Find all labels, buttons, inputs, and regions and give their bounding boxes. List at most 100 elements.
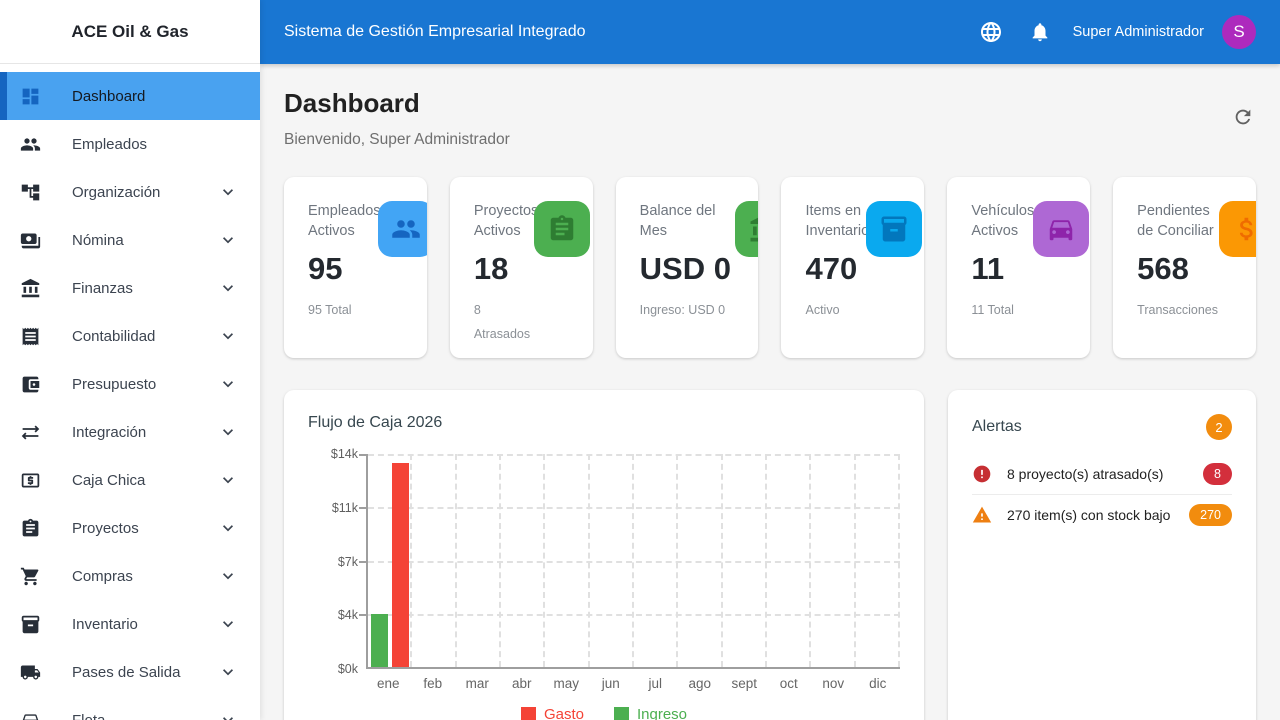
cash-box-icon	[20, 470, 41, 491]
chevron-down-icon	[218, 182, 238, 202]
legend-swatch	[521, 707, 536, 720]
legend-item-gasto[interactable]: Gasto	[521, 706, 584, 720]
dashboard-icon	[20, 86, 41, 107]
car-icon	[1046, 214, 1076, 244]
page-title: Dashboard	[284, 88, 1256, 119]
alert-text: 270 item(s) con stock bajo	[1007, 507, 1174, 523]
sidebar-item-empleados[interactable]: Empleados	[0, 120, 260, 168]
sidebar-item-pases-de-salida[interactable]: Pases de Salida	[0, 648, 260, 696]
sidebar: ACE Oil & Gas DashboardEmpleadosOrganiza…	[0, 0, 260, 720]
chevron-down-icon	[218, 278, 238, 298]
stat-value: USD 0	[640, 251, 745, 287]
y-tick-label: $0k	[338, 662, 358, 676]
y-tick-label: $14k	[331, 447, 358, 461]
stat-subtitle: 11 Total	[971, 298, 1076, 322]
stat-value: 568	[1137, 251, 1242, 287]
truck-icon	[20, 662, 41, 683]
chevron-down-icon	[218, 470, 238, 490]
x-tick-label: sept	[722, 676, 767, 691]
refresh-icon	[1232, 106, 1254, 128]
language-button[interactable]	[979, 20, 1003, 44]
payments-icon	[20, 230, 41, 251]
stat-subtitle: 8 Atrasados	[474, 298, 579, 346]
topbar-right: Super Administrador S	[979, 15, 1256, 49]
chevron-down-icon	[218, 374, 238, 394]
y-tick-mark	[359, 507, 366, 509]
sidebar-item-label: Flota	[72, 712, 218, 720]
sidebar-item-label: Compras	[72, 568, 218, 585]
sidebar-item-flota[interactable]: Flota	[0, 696, 260, 720]
sidebar-item-organizacion[interactable]: Organización	[0, 168, 260, 216]
app-title: Sistema de Gestión Empresarial Integrado	[284, 23, 585, 41]
org-tree-icon	[20, 182, 41, 203]
x-tick-label: feb	[411, 676, 456, 691]
dollar-icon	[1232, 214, 1256, 244]
stat-title: Balance del Mes	[640, 201, 730, 241]
chevron-down-icon	[218, 566, 238, 586]
chart-column-mar	[457, 454, 501, 667]
stat-card-items-en-inventario: Items en Inventario470Activo	[781, 177, 924, 358]
stat-subtitle: 95 Total	[308, 298, 413, 322]
x-tick-label: dic	[856, 676, 901, 691]
sidebar-nav: Dashboard Empleados Organización Nómina Fina…	[0, 64, 260, 720]
alert-count-badge: 8	[1203, 463, 1232, 485]
stat-card-pendientes-de-conciliar: Pendientes de Conciliar568Transacciones	[1113, 177, 1256, 358]
sidebar-item-label: Organización	[72, 184, 218, 201]
sidebar-item-inventario[interactable]: Inventario	[0, 600, 260, 648]
sidebar-item-label: Contabilidad	[72, 328, 218, 345]
notifications-button[interactable]	[1029, 21, 1051, 43]
clipboard-icon	[547, 214, 577, 244]
receipt-icon	[20, 326, 41, 347]
sidebar-item-caja-chica[interactable]: Caja Chica	[0, 456, 260, 504]
legend-swatch	[614, 707, 629, 720]
refresh-button[interactable]	[1232, 106, 1254, 128]
topbar: Sistema de Gestión Empresarial Integrado…	[260, 0, 1280, 64]
user-name: Super Administrador	[1073, 24, 1204, 40]
alert-text: 8 proyecto(s) atrasado(s)	[1007, 466, 1188, 482]
chart-column-nov	[811, 454, 855, 667]
sidebar-item-proyectos[interactable]: Proyectos	[0, 504, 260, 552]
bank-icon	[748, 214, 758, 244]
sidebar-item-contabilidad[interactable]: Contabilidad	[0, 312, 260, 360]
stat-icon-badge	[534, 201, 590, 257]
sidebar-item-label: Finanzas	[72, 280, 218, 297]
avatar[interactable]: S	[1222, 15, 1256, 49]
sidebar-item-integracion[interactable]: Integración	[0, 408, 260, 456]
error-icon	[972, 464, 992, 484]
sidebar-item-finanzas[interactable]: Finanzas	[0, 264, 260, 312]
stat-icon-badge	[378, 201, 427, 257]
panels-row: Flujo de Caja 2026 $14k$11k$7k$4k$0k ene…	[284, 390, 1256, 720]
bar-ingreso-ene	[371, 614, 388, 667]
sidebar-item-compras[interactable]: Compras	[0, 552, 260, 600]
wallet-icon	[20, 374, 41, 395]
chevron-down-icon	[218, 662, 238, 682]
chart-column-ene	[368, 454, 412, 667]
people-icon	[391, 214, 421, 244]
sidebar-item-dashboard[interactable]: Dashboard	[0, 72, 260, 120]
chart-column-feb	[412, 454, 456, 667]
stat-subtitle: Transacciones	[1137, 298, 1242, 322]
chart-column-oct	[767, 454, 811, 667]
stat-card-proyectos-activos: Proyectos Activos188 Atrasados	[450, 177, 593, 358]
sidebar-item-presupuesto[interactable]: Presupuesto	[0, 360, 260, 408]
stats-row: Empleados Activos9595 TotalProyectos Act…	[284, 177, 1256, 358]
page-header: Dashboard Bienvenido, Super Administrado…	[284, 88, 1256, 149]
chart-column-sept	[723, 454, 767, 667]
sidebar-item-label: Inventario	[72, 616, 218, 633]
stat-icon-badge	[866, 201, 922, 257]
stat-subtitle: Ingreso: USD 0	[640, 298, 745, 322]
sidebar-item-label: Pases de Salida	[72, 664, 218, 681]
stat-icon-badge	[1219, 201, 1256, 257]
bar-gasto-ene	[392, 463, 409, 667]
bell-icon	[1029, 21, 1051, 43]
chart-title: Flujo de Caja 2026	[308, 414, 900, 432]
legend-label: Gasto	[544, 706, 584, 720]
chart-column-may	[545, 454, 589, 667]
alerts-card: Alertas 2 8 proyecto(s) atrasado(s)8270 …	[948, 390, 1256, 720]
stat-card-balance-del-mes: Balance del Mes USD 0 Ingreso: USD 0	[616, 177, 759, 358]
x-tick-label: oct	[767, 676, 812, 691]
legend-item-ingreso[interactable]: Ingreso	[614, 706, 687, 720]
stat-card-empleados-activos: Empleados Activos9595 Total	[284, 177, 427, 358]
sidebar-item-label: Dashboard	[72, 88, 238, 105]
sidebar-item-nomina[interactable]: Nómina	[0, 216, 260, 264]
